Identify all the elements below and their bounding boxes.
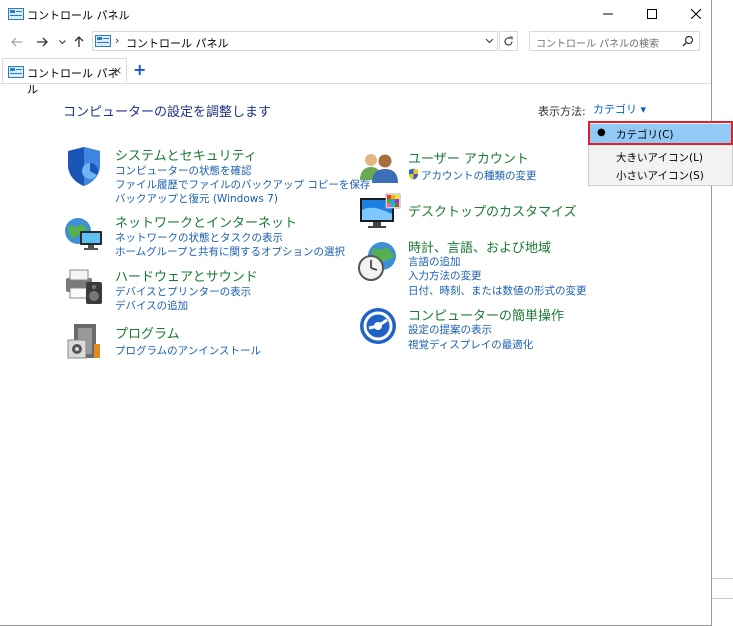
background-window xyxy=(712,0,733,626)
tab-bar: コントロール パネル × + xyxy=(0,58,711,96)
link-homegroup-sharing-options[interactable]: ホームグループと共有に関するオプションの選択 xyxy=(115,244,345,259)
category-title-programs[interactable]: プログラム xyxy=(115,323,180,342)
up-arrow-icon xyxy=(74,36,84,47)
window-title: コントロール パネル xyxy=(27,9,130,22)
control-panel-icon xyxy=(8,66,24,78)
accessibility-icon xyxy=(360,308,396,344)
search-icon[interactable] xyxy=(682,35,694,47)
minimize-button[interactable] xyxy=(585,0,631,28)
category-title-user-accounts[interactable]: ユーザー アカウント xyxy=(408,148,529,167)
link-add-device[interactable]: デバイスの追加 xyxy=(115,298,188,313)
breadcrumb-separator[interactable]: › xyxy=(115,34,119,47)
forward-button[interactable] xyxy=(33,32,51,52)
users-icon xyxy=(360,154,398,183)
link-change-date-time-format[interactable]: 日付、時刻、または数値の形式の変更 xyxy=(408,283,587,298)
link-suggested-settings[interactable]: 設定の提案の表示 xyxy=(408,322,492,337)
link-optimize-visual-display[interactable]: 視覚ディスプレイの最適化 xyxy=(408,337,533,352)
programs-icon xyxy=(67,324,100,359)
search-placeholder: コントロール パネルの検索 xyxy=(536,39,660,50)
menu-item-label: 小さいアイコン(S) xyxy=(616,170,704,182)
link-check-computer-status[interactable]: コンピューターの状態を確認 xyxy=(115,163,252,178)
maximize-button[interactable] xyxy=(629,0,675,28)
network-globe-icon xyxy=(65,218,102,250)
link-change-account-type[interactable]: アカウントの種類の変更 xyxy=(421,168,537,183)
chevron-down-icon xyxy=(58,39,66,44)
address-bar[interactable]: › コントロール パネル xyxy=(92,31,498,51)
clock-globe-icon xyxy=(358,242,396,281)
link-network-status-tasks[interactable]: ネットワークの状態とタスクの表示 xyxy=(115,230,283,245)
menu-item-label: 大きいアイコン(L) xyxy=(616,152,704,164)
link-uninstall-program[interactable]: プログラムのアンインストール xyxy=(115,343,261,358)
maximize-icon xyxy=(647,9,657,19)
category-title-desktop-customization[interactable]: デスクトップのカスタマイズ xyxy=(408,201,577,220)
view-by-label: 表示方法: xyxy=(538,105,586,118)
back-arrow-icon xyxy=(11,37,22,47)
link-add-language[interactable]: 言語の追加 xyxy=(408,254,461,269)
menu-item-large-icons[interactable]: 大きいアイコン(L) xyxy=(589,147,732,166)
refresh-button[interactable] xyxy=(499,31,518,51)
category-title-network-internet[interactable]: ネットワークとインターネット xyxy=(115,212,297,231)
link-change-input-method[interactable]: 入力方法の変更 xyxy=(408,268,482,283)
back-button[interactable] xyxy=(8,32,26,52)
shield-icon xyxy=(68,147,100,186)
up-button[interactable] xyxy=(71,32,87,52)
menu-item-small-icons[interactable]: 小さいアイコン(S) xyxy=(589,165,732,184)
breadcrumb[interactable]: コントロール パネル xyxy=(126,35,229,51)
desktop-palette-icon xyxy=(360,193,401,228)
tab-close-icon[interactable]: × xyxy=(113,64,122,77)
link-backup-restore[interactable]: バックアップと復元 (Windows 7) xyxy=(115,191,278,206)
page-title: コンピューターの設定を調整します xyxy=(63,105,272,120)
view-by-dropdown[interactable]: カテゴリ ▾ xyxy=(593,101,646,117)
divider xyxy=(712,598,733,599)
control-panel-window: コントロール パネル › コントロール パネル コントロール パネルの検索 コン… xyxy=(0,0,712,626)
recent-locations-button[interactable] xyxy=(57,32,67,52)
search-input[interactable]: コントロール パネルの検索 xyxy=(529,31,700,51)
highlight-box xyxy=(588,121,733,145)
forward-arrow-icon xyxy=(37,37,48,47)
title-bar[interactable]: コントロール パネル xyxy=(0,0,711,28)
link-file-history-backup[interactable]: ファイル履歴でファイルのバックアップ コピーを保存 xyxy=(115,177,370,192)
tab-control-panel[interactable]: コントロール パネル × xyxy=(2,58,127,96)
printer-speaker-icon xyxy=(66,269,102,304)
divider xyxy=(712,578,733,579)
category-title-system-security[interactable]: システムとセキュリティ xyxy=(115,145,257,164)
new-tab-button[interactable]: + xyxy=(133,60,146,79)
tab-label: コントロール パネル xyxy=(27,67,119,96)
minimize-icon xyxy=(603,13,613,15)
uac-shield-icon xyxy=(409,168,418,180)
refresh-icon xyxy=(504,35,513,45)
category-title-hardware-sound[interactable]: ハードウェアとサウンド xyxy=(115,266,258,285)
close-icon xyxy=(691,9,701,19)
control-panel-icon xyxy=(95,35,111,47)
link-devices-printers[interactable]: デバイスとプリンターの表示 xyxy=(115,284,251,299)
control-panel-icon xyxy=(8,8,24,20)
chevron-down-icon[interactable] xyxy=(485,35,494,47)
